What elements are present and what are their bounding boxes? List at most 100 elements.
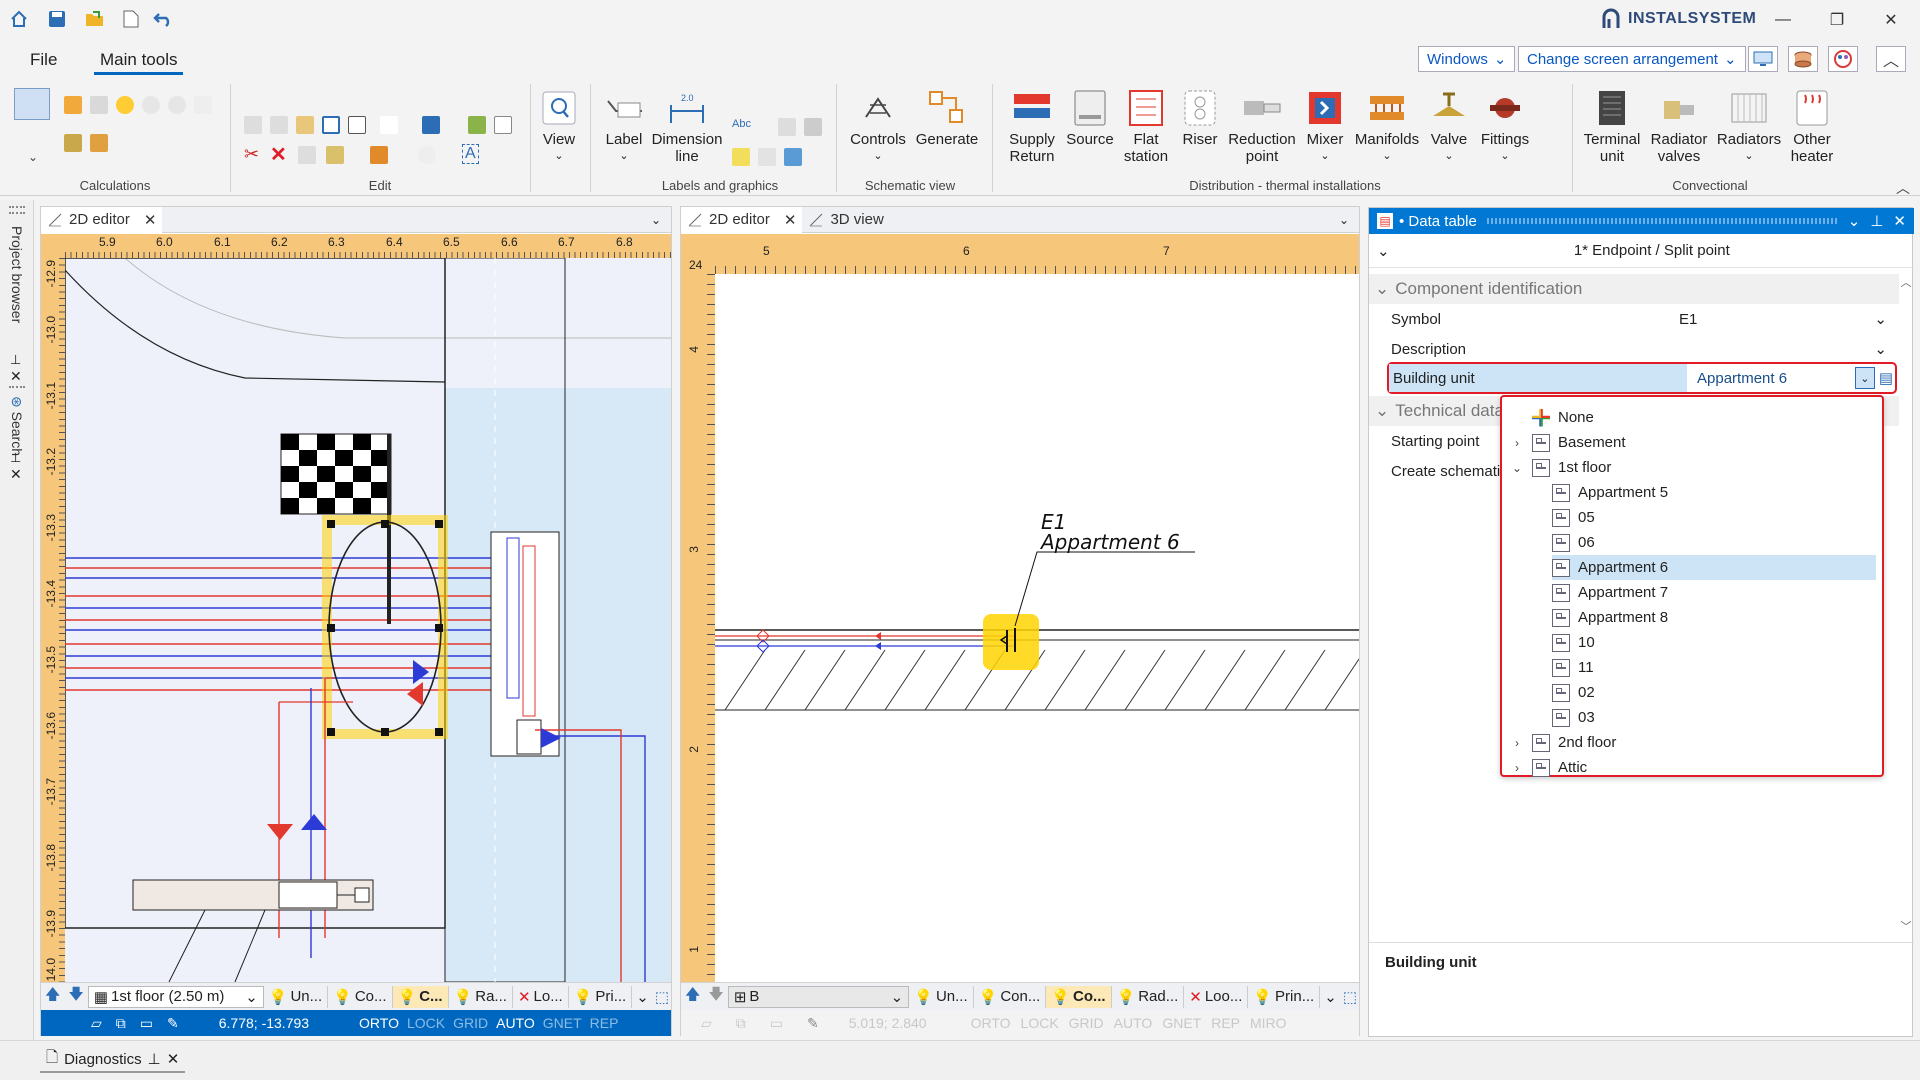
change-screen-arrangement-dropdown[interactable]: Change screen arrangement ⌄ — [1518, 46, 1746, 72]
building-unit-option[interactable]: None — [1510, 405, 1876, 430]
tab-2d-editor[interactable]: 2D editor ✕ — [41, 206, 163, 233]
heat-loss-icon[interactable] — [64, 96, 82, 114]
building-unit-option[interactable]: 10 — [1552, 630, 1876, 655]
radiators-button[interactable]: Radiators ⌄ — [1714, 88, 1784, 165]
pen-icon[interactable]: ✎ — [167, 1015, 179, 1032]
layers-icon[interactable] — [64, 134, 82, 152]
layer-tab[interactable]: 💡 Un... — [909, 985, 974, 1008]
snap-icon[interactable] — [418, 146, 436, 164]
tab-2d-editor[interactable]: 2D editor ✕ — [681, 206, 803, 233]
grid-toggle[interactable]: GRID — [1069, 1015, 1104, 1031]
building-unit-option[interactable]: Appartment 7 — [1552, 580, 1876, 605]
data-table-scrollbar[interactable]: ︿ ﹀ — [1899, 274, 1913, 934]
drag-handle-icon[interactable] — [9, 206, 25, 214]
hatch-icon[interactable] — [758, 148, 776, 166]
close-icon[interactable]: ✕ — [10, 368, 22, 385]
layer-tab[interactable]: 💡 Prin... — [1248, 985, 1321, 1008]
flat-station-button[interactable]: Flat station — [1116, 88, 1176, 165]
note-icon[interactable] — [732, 148, 750, 166]
scissors-icon[interactable]: ✂ — [244, 144, 259, 165]
tab-3d-view[interactable]: 3D view — [802, 207, 889, 233]
valve-button[interactable]: Valve ⌄ — [1424, 88, 1474, 165]
fittings-button[interactable]: Fittings ⌄ — [1476, 88, 1534, 165]
rep-toggle[interactable]: REP — [590, 1015, 619, 1031]
property-row-building-unit[interactable]: Building unit Appartment 6 ⌄ ▤ — [1387, 362, 1897, 394]
arrow-up-icon[interactable]: 🡅 — [41, 984, 64, 1009]
collapse-ribbon-button[interactable]: ︿ — [1876, 46, 1906, 72]
chevron-right-icon[interactable]: › — [1510, 436, 1524, 450]
diagnostics-tab[interactable]: 🗋 Diagnostics ⊥ ✕ — [40, 1047, 186, 1073]
dropdown-toggle-button[interactable]: ⌄ — [1854, 367, 1875, 389]
layer-tab[interactable]: ✕ Loo... — [1184, 985, 1249, 1008]
chevron-up-icon[interactable]: ︿ — [1896, 178, 1910, 198]
source-button[interactable]: Source — [1064, 88, 1116, 148]
auto-toggle[interactable]: AUTO — [1114, 1015, 1153, 1031]
new-document-icon[interactable] — [120, 8, 142, 30]
layer-tab[interactable]: 💡 Co... — [328, 985, 393, 1008]
orto-toggle[interactable]: ORTO — [359, 1015, 399, 1031]
building-unit-option[interactable]: 02 — [1552, 680, 1876, 705]
calculation-table-icon[interactable] — [14, 88, 50, 120]
measure-icon[interactable] — [468, 116, 486, 134]
chevron-down-icon[interactable]: ⌄ — [651, 213, 661, 227]
drop-outline-icon[interactable] — [168, 96, 186, 114]
select-icon[interactable]: ▱ — [701, 1015, 712, 1032]
clipboard-icon[interactable] — [296, 116, 314, 134]
network-icon[interactable] — [194, 96, 212, 114]
close-button[interactable]: ✕ — [1868, 6, 1914, 34]
drawing-canvas[interactable] — [65, 258, 671, 982]
mixer-button[interactable]: Mixer ⌄ — [1300, 88, 1350, 165]
chevron-down-icon[interactable]: ⌄ — [632, 988, 653, 1006]
delete-icon[interactable]: ✕ — [270, 142, 287, 167]
chevron-down-icon[interactable]: ⌄ — [1874, 310, 1887, 328]
screen-layout-button[interactable] — [1748, 46, 1778, 72]
gnet-toggle[interactable]: GNET — [543, 1015, 582, 1031]
color-palette-button[interactable] — [1828, 46, 1858, 72]
miro-toggle[interactable]: MIRO — [1250, 1015, 1287, 1031]
close-icon[interactable]: ✕ — [167, 1050, 180, 1068]
lock-toggle[interactable]: LOCK — [1021, 1015, 1059, 1031]
save-icon[interactable] — [46, 8, 68, 30]
grid-icon[interactable] — [804, 118, 822, 136]
text-select-icon[interactable]: A — [462, 144, 479, 164]
drag-handle-icon[interactable] — [9, 386, 25, 394]
lock-toggle[interactable]: LOCK — [407, 1015, 445, 1031]
align-icon[interactable] — [370, 146, 388, 164]
property-row-description[interactable]: Description ⌄ — [1369, 334, 1899, 364]
close-icon[interactable]: ✕ — [784, 211, 797, 229]
text-style-icon[interactable]: Abc — [732, 118, 751, 130]
layer-tab[interactable]: 💡 Ra... — [449, 985, 513, 1008]
copy-icon[interactable]: ⧉ — [736, 1015, 746, 1032]
building-unit-option[interactable]: › Attic — [1510, 755, 1876, 780]
terminal-unit-button[interactable]: Terminal unit — [1580, 88, 1644, 165]
layer-tab[interactable]: 💡 Con... — [974, 985, 1047, 1008]
chevron-down-icon[interactable]: ⌄ — [1320, 988, 1341, 1006]
grid-toggle[interactable]: GRID — [453, 1015, 488, 1031]
property-row-symbol[interactable]: Symbol E1 ⌄ — [1369, 304, 1899, 334]
select-icon[interactable]: ▱ — [91, 1015, 102, 1032]
layer-tab-active[interactable]: 💡 C... — [392, 985, 449, 1008]
building-unit-option[interactable]: › Basement — [1510, 430, 1876, 455]
polyline-icon[interactable] — [380, 116, 398, 134]
copy-icon[interactable]: ⧉ — [116, 1015, 126, 1032]
open-folder-icon[interactable] — [84, 8, 106, 30]
scroll-down-icon[interactable]: ﹀ — [1901, 918, 1912, 934]
arrow-up-icon[interactable]: 🡅 — [681, 984, 704, 1009]
building-unit-option[interactable]: 03 — [1552, 705, 1876, 730]
copy-icon[interactable] — [244, 116, 262, 134]
pin-icon[interactable]: ⊥ — [148, 1050, 161, 1068]
move-icon[interactable] — [422, 116, 440, 134]
label-button[interactable]: Label ⌄ — [600, 88, 648, 165]
layer-tab[interactable]: 💡 Pri... — [569, 985, 633, 1008]
building-unit-option[interactable]: 05 — [1552, 505, 1876, 530]
pen-icon[interactable]: ✎ — [807, 1015, 819, 1032]
chevron-down-icon[interactable]: ⌄ — [1874, 340, 1887, 358]
drop-icon[interactable] — [142, 96, 160, 114]
restore-button[interactable]: ❐ — [1814, 6, 1860, 34]
building-unit-option[interactable]: › 2nd floor — [1510, 730, 1876, 755]
table-icon[interactable] — [778, 118, 796, 136]
radiator-valves-button[interactable]: Radiator valves — [1646, 88, 1712, 165]
pencil-icon[interactable] — [494, 116, 512, 134]
other-heater-button[interactable]: Other heater — [1782, 88, 1842, 165]
home-icon[interactable] — [8, 8, 30, 30]
